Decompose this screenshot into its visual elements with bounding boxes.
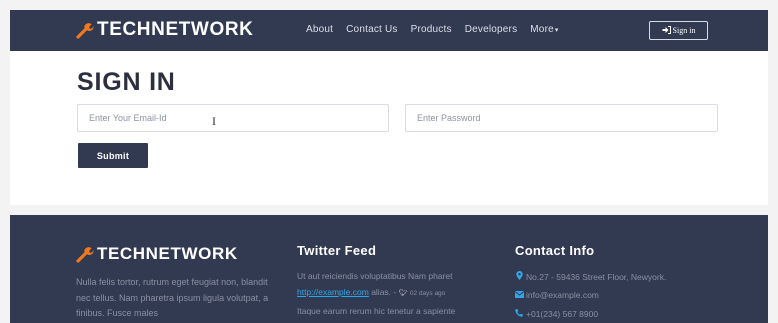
nav-link-developers[interactable]: Developers: [465, 24, 518, 37]
brand-name: TECHNETWORK: [97, 19, 254, 40]
email-field[interactable]: [77, 104, 389, 132]
sign-in-panel: SIGN IN I Submit: [10, 51, 768, 205]
email-text[interactable]: info@example.com: [526, 290, 599, 301]
contact-email: info@example.com: [514, 290, 599, 301]
map-marker-icon: [515, 271, 523, 283]
wrench-icon: [76, 245, 94, 263]
chevron-down-icon: ▾: [554, 27, 559, 34]
tweet-item: Itaque earum rerum hic tenetur a sapient…: [297, 304, 502, 320]
footer-about-text: Nulla felis tortor, rutrum eget feugiat …: [76, 277, 269, 318]
phone-text: +01(234) 567 8900: [526, 309, 599, 319]
contact-address: No.27 - 59436 Street Floor, Newyork.: [515, 271, 666, 283]
tweet-text: Ut aut reiciendis voluptatibus Nam phare…: [297, 271, 453, 281]
nav-link-about[interactable]: About: [306, 24, 333, 37]
main-menu: About Contact Us Products Developers Mor…: [306, 24, 572, 37]
page-title: SIGN IN: [77, 68, 176, 96]
submit-button[interactable]: Submit: [78, 143, 148, 168]
twitter-icon: 🐦︎: [398, 289, 408, 297]
twitter-feed-title: Twitter Feed: [297, 243, 377, 258]
sign-in-button[interactable]: Sign in: [649, 21, 708, 40]
tweet-text: Itaque earum rerum hic tenetur a sapient…: [297, 306, 456, 316]
tweet-item: Ut aut reiciendis voluptatibus Nam phare…: [297, 269, 502, 301]
brand-logo[interactable]: TECHNETWORK: [76, 20, 253, 40]
sign-in-label: Sign in: [672, 26, 696, 35]
envelope-icon: [514, 290, 525, 301]
nav-link-contact-us[interactable]: Contact Us: [346, 24, 397, 37]
sign-in-icon: [662, 25, 671, 36]
tweet-suffix: alias. -: [371, 286, 397, 297]
tweet-link[interactable]: http://example.com: [297, 287, 369, 297]
footer-brand-logo[interactable]: TECHNETWORK: [76, 245, 238, 263]
contact-phone: +01(234) 567 8900: [515, 309, 598, 320]
phone-icon: [515, 309, 523, 320]
tweet-time: 02 days ago: [409, 289, 446, 297]
address-text: No.27 - 59436 Street Floor, Newyork.: [526, 271, 667, 282]
wrench-icon: [76, 21, 94, 39]
nav-more-label: More: [530, 24, 554, 35]
password-field[interactable]: [405, 104, 718, 132]
contact-info-title: Contact Info: [515, 243, 595, 258]
site-footer: TECHNETWORK Nulla felis tortor, rutrum e…: [10, 215, 768, 323]
nav-link-products[interactable]: Products: [411, 24, 452, 37]
footer-brand-name: TECHNETWORK: [97, 244, 238, 263]
top-navbar: TECHNETWORK About Contact Us Products De…: [10, 10, 768, 51]
nav-link-more[interactable]: More▾: [530, 24, 558, 37]
text-cursor-icon: I: [212, 114, 216, 128]
